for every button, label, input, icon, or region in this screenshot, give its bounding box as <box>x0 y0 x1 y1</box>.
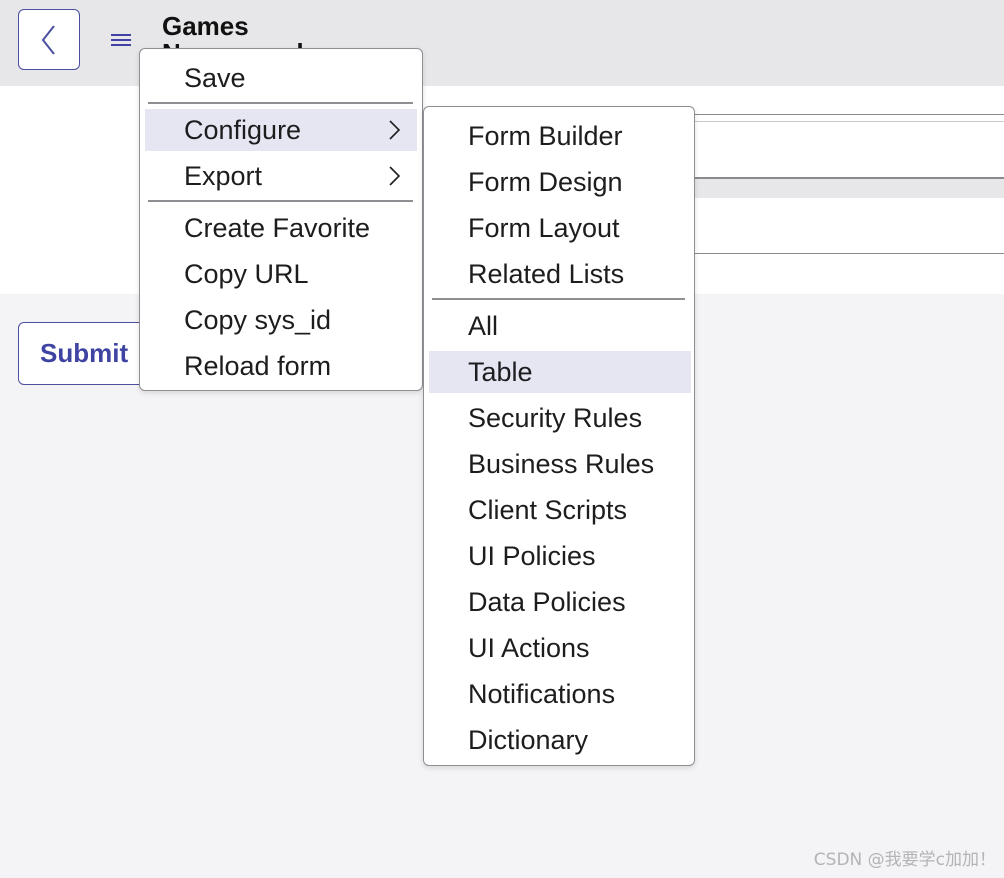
menu-item-copy-url[interactable]: Copy URL <box>145 253 417 295</box>
chevron-left-icon <box>41 24 55 55</box>
watermark: CSDN @我要学c加加！ <box>813 850 996 870</box>
submenu-item-dictionary[interactable]: Dictionary <box>429 719 691 761</box>
submenu-item-form-design[interactable]: Form Design <box>429 161 691 203</box>
submenu-item-label: UI Policies <box>468 541 596 571</box>
submenu-item-ui-policies[interactable]: UI Policies <box>429 535 691 577</box>
menu-item-label: Copy sys_id <box>184 305 332 335</box>
menu-item-label: Configure <box>184 115 302 145</box>
submenu-item-label: Business Rules <box>468 449 655 479</box>
submenu-item-notifications[interactable]: Notifications <box>429 673 691 715</box>
submenu-item-ui-actions[interactable]: UI Actions <box>429 627 691 669</box>
submenu-item-business-rules[interactable]: Business Rules <box>429 443 691 485</box>
submenu-item-table[interactable]: Table <box>429 351 691 393</box>
menu-item-save[interactable]: Save <box>145 57 417 99</box>
menu-item-reload-form[interactable]: Reload form <box>145 345 417 387</box>
page-title: Games <box>162 11 249 41</box>
form-field-1[interactable] <box>690 114 1004 178</box>
menu-divider <box>148 102 413 104</box>
submenu-item-label: Form Builder <box>468 121 623 151</box>
menu-item-create-favorite[interactable]: Create Favorite <box>145 207 417 249</box>
submenu-item-all[interactable]: All <box>429 305 691 347</box>
configure-submenu: Form Builder Form Design Form Layout Rel… <box>423 106 695 766</box>
submenu-item-label: Dictionary <box>468 725 589 755</box>
hamburger-menu-button[interactable] <box>108 29 134 51</box>
menu-item-configure[interactable]: Configure <box>145 109 417 151</box>
submenu-item-label: UI Actions <box>468 633 590 663</box>
field-separator <box>690 178 1004 199</box>
submenu-item-label: Form Design <box>468 167 623 197</box>
submenu-item-form-builder[interactable]: Form Builder <box>429 115 691 157</box>
menu-item-export[interactable]: Export <box>145 155 417 197</box>
menu-item-copy-sys-id[interactable]: Copy sys_id <box>145 299 417 341</box>
submenu-item-related-lists[interactable]: Related Lists <box>429 253 691 295</box>
form-field-1-input[interactable] <box>690 121 1004 174</box>
submenu-item-label: All <box>468 311 499 341</box>
chevron-right-icon <box>389 120 401 140</box>
form-field-2[interactable] <box>690 198 1004 254</box>
menu-item-label: Export <box>184 161 263 191</box>
menu-divider <box>148 200 413 202</box>
hamburger-menu-icon <box>111 34 131 46</box>
submenu-item-label: Notifications <box>468 679 616 709</box>
menu-item-label: Copy URL <box>184 259 309 289</box>
submenu-item-label: Security Rules <box>468 403 643 433</box>
menu-divider <box>432 298 685 300</box>
submenu-item-label: Form Layout <box>468 213 620 243</box>
submit-button[interactable]: Submit <box>18 322 158 385</box>
submenu-item-label: Related Lists <box>468 259 625 289</box>
chevron-right-icon <box>389 166 401 186</box>
submenu-item-label: Client Scripts <box>468 495 628 525</box>
context-menu: Save Configure Export Create Favorite Co… <box>139 48 423 391</box>
submenu-item-label: Data Policies <box>468 587 626 617</box>
menu-item-label: Save <box>184 63 246 93</box>
submenu-item-data-policies[interactable]: Data Policies <box>429 581 691 623</box>
submenu-item-form-layout[interactable]: Form Layout <box>429 207 691 249</box>
menu-item-label: Reload form <box>184 351 332 381</box>
menu-item-label: Create Favorite <box>184 213 371 243</box>
submenu-item-security-rules[interactable]: Security Rules <box>429 397 691 439</box>
submenu-item-label: Table <box>468 357 533 387</box>
back-button[interactable] <box>18 9 80 70</box>
submenu-item-client-scripts[interactable]: Client Scripts <box>429 489 691 531</box>
